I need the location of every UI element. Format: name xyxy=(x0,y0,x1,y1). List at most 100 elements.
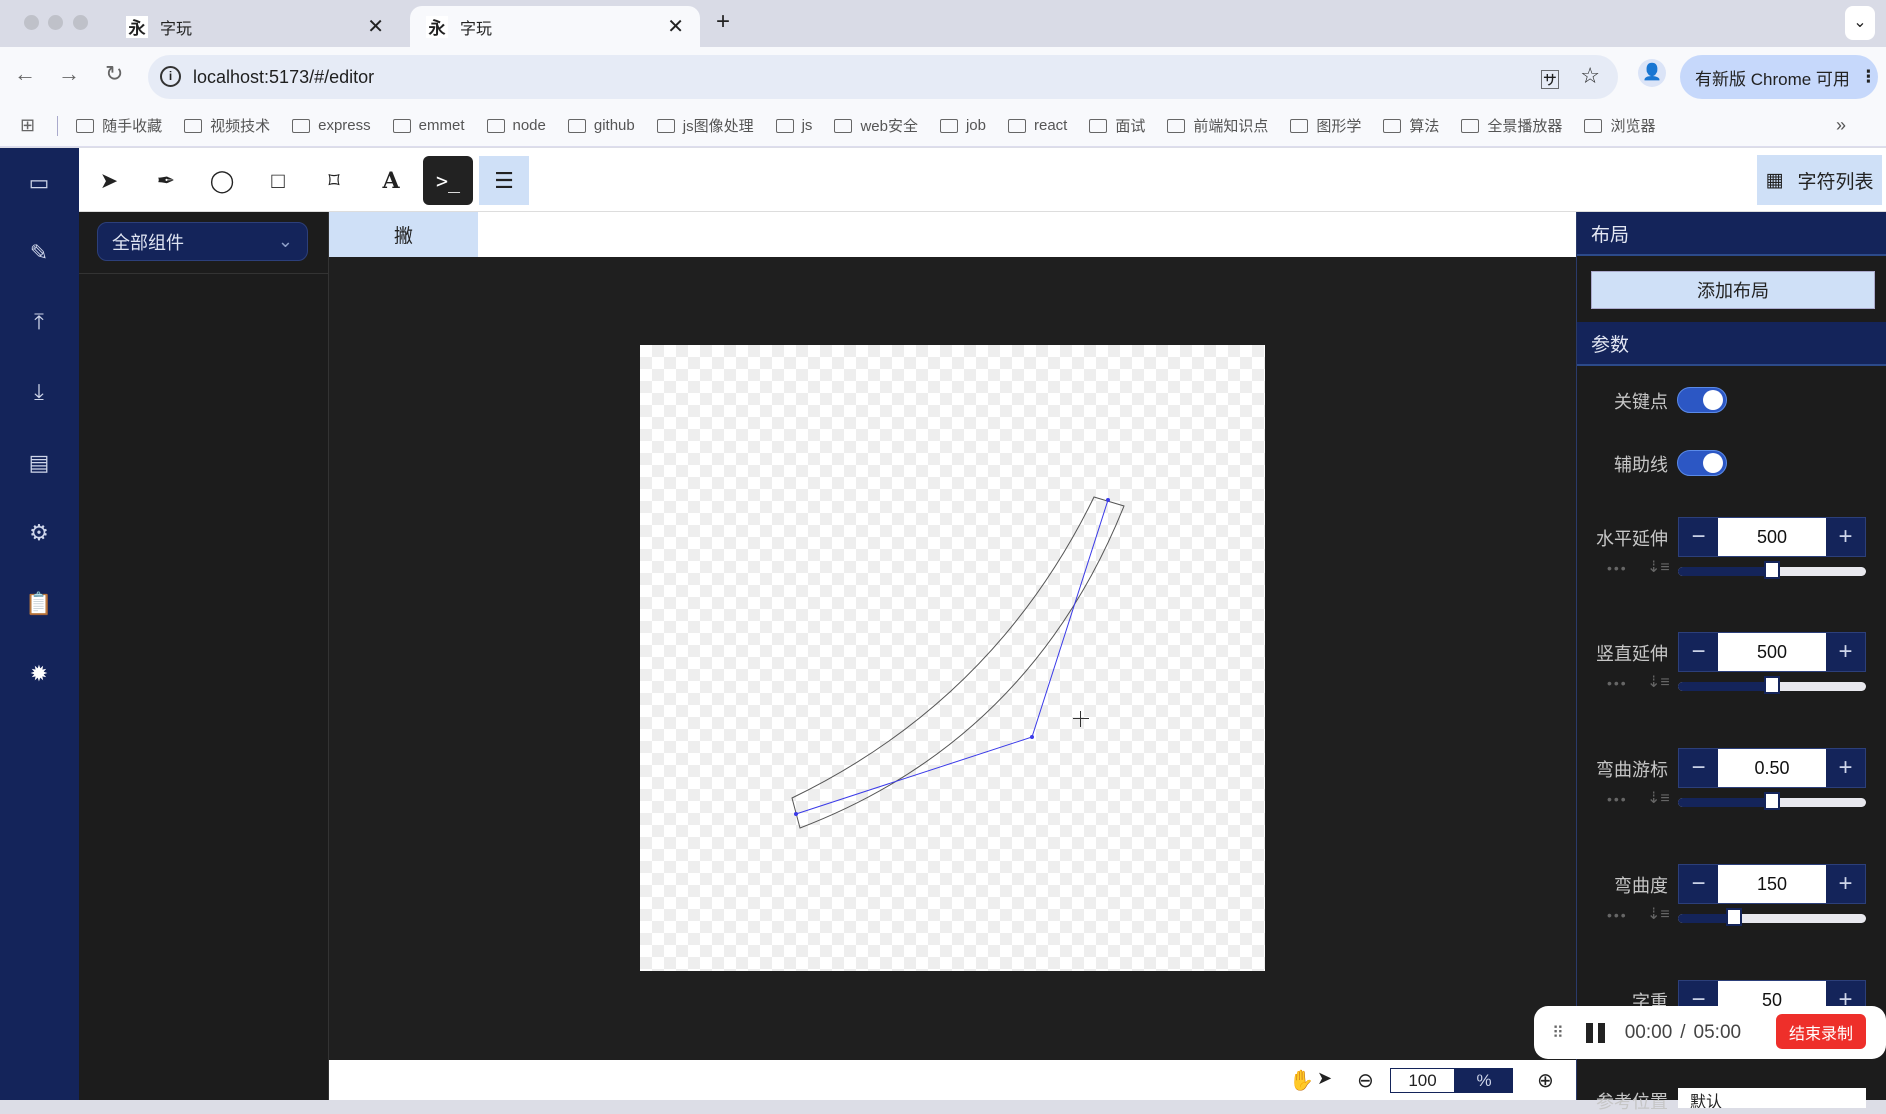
param-value-input[interactable]: 0.50 xyxy=(1718,749,1826,787)
translate-icon[interactable]: 🈂 xyxy=(1540,64,1560,93)
slider-thumb[interactable] xyxy=(1726,908,1742,926)
rectangle-tool-icon[interactable]: □ xyxy=(253,156,303,205)
key-points-toggle[interactable] xyxy=(1677,387,1727,413)
guides-toggle[interactable] xyxy=(1677,450,1727,476)
end-recording-button[interactable]: 结束录制 xyxy=(1776,1014,1866,1049)
pointer-icon[interactable]: ➤ xyxy=(1317,1068,1332,1089)
param-slider[interactable] xyxy=(1678,567,1866,576)
slider-thumb[interactable] xyxy=(1764,792,1780,810)
plus-icon[interactable]: + xyxy=(1826,865,1865,903)
site-info-icon[interactable]: i xyxy=(160,66,181,87)
window-minimize-button[interactable] xyxy=(48,15,63,30)
bookmark-folder[interactable]: job xyxy=(940,115,986,136)
reference-position-select[interactable]: 默认 xyxy=(1678,1088,1866,1108)
reload-icon[interactable]: ↻ xyxy=(105,61,123,87)
settings-icon[interactable]: ⚙ xyxy=(22,516,56,550)
bookmark-folder[interactable]: 浏览器 xyxy=(1584,115,1655,136)
new-tab-button[interactable]: + xyxy=(716,8,730,36)
select-tool-icon[interactable]: ➤ xyxy=(84,156,134,205)
document-icon[interactable]: ▤ xyxy=(22,446,56,480)
param-slider[interactable] xyxy=(1678,798,1866,807)
pen-tool-icon[interactable]: ✒ xyxy=(141,156,191,205)
param-value-input[interactable]: 150 xyxy=(1718,865,1826,903)
bookmark-folder[interactable]: 图形学 xyxy=(1290,115,1361,136)
bookmark-folder[interactable]: node xyxy=(487,115,546,136)
slider-thumb[interactable] xyxy=(1764,561,1780,579)
script-tool-icon[interactable]: >_ xyxy=(423,156,473,205)
bookmark-folder[interactable]: react xyxy=(1008,115,1067,136)
minus-icon[interactable]: − xyxy=(1679,865,1718,903)
glyph-tab[interactable]: 撇 xyxy=(329,212,478,257)
plus-icon[interactable]: + xyxy=(1826,749,1865,787)
clipboard-icon[interactable]: 📋 xyxy=(22,587,56,621)
key-point[interactable] xyxy=(1030,735,1034,739)
close-icon[interactable]: ✕ xyxy=(367,14,384,39)
plus-icon[interactable]: + xyxy=(1826,633,1865,671)
more-dots-icon[interactable]: ••• xyxy=(1607,791,1628,807)
zoom-out-icon[interactable]: ⊖ xyxy=(1357,1068,1374,1093)
glyph-canvas[interactable] xyxy=(640,345,1265,971)
minus-icon[interactable]: − xyxy=(1679,633,1718,671)
gear-icon[interactable]: ✹ xyxy=(22,657,56,691)
plus-icon[interactable]: + xyxy=(1826,518,1865,556)
text-tool-icon[interactable]: A xyxy=(366,156,416,205)
edit-icon[interactable]: ✎ xyxy=(22,236,56,270)
minus-icon[interactable]: − xyxy=(1679,749,1718,787)
forward-icon[interactable]: → xyxy=(58,61,80,87)
component-filter-select[interactable]: 全部组件 ⌄ xyxy=(97,222,308,261)
upload-icon[interactable]: ⤒ xyxy=(22,305,56,339)
browser-tab-active[interactable]: 永 字玩 ✕ xyxy=(410,6,700,47)
param-slider[interactable] xyxy=(1678,914,1866,923)
more-dots-icon[interactable]: ••• xyxy=(1607,560,1628,576)
bookmark-folder[interactable]: 算法 xyxy=(1383,115,1439,136)
key-point[interactable] xyxy=(1106,498,1110,502)
sort-down-icon[interactable]: ⇣≡ xyxy=(1647,904,1670,924)
zoom-input[interactable]: 100 xyxy=(1390,1068,1455,1093)
bookmark-folder[interactable]: web安全 xyxy=(834,115,918,136)
back-icon[interactable]: ← xyxy=(14,61,36,87)
bookmark-folder[interactable]: 面试 xyxy=(1089,115,1145,136)
bookmark-folder[interactable]: emmet xyxy=(393,115,465,136)
minus-icon[interactable]: − xyxy=(1679,518,1718,556)
close-icon[interactable]: ✕ xyxy=(667,14,684,39)
bookmark-folder[interactable]: 全景播放器 xyxy=(1461,115,1562,136)
chrome-update-button[interactable]: 有新版 Chrome 可用⋮ xyxy=(1680,55,1878,99)
slider-thumb[interactable] xyxy=(1764,676,1780,694)
param-slider[interactable] xyxy=(1678,682,1866,691)
sort-down-icon[interactable]: ⇣≡ xyxy=(1647,672,1670,692)
bookmark-folder[interactable]: express xyxy=(292,115,371,136)
sort-down-icon[interactable]: ⇣≡ xyxy=(1647,788,1670,808)
bookmark-folder[interactable]: 视频技术 xyxy=(184,115,270,136)
browser-tab[interactable]: 永 字玩 ✕ xyxy=(110,6,400,47)
window-zoom-button[interactable] xyxy=(73,15,88,30)
bookmark-folder[interactable]: js图像处理 xyxy=(657,115,754,136)
char-list-button[interactable]: ▦ 字符列表 xyxy=(1757,155,1882,205)
param-value-input[interactable]: 500 xyxy=(1718,518,1826,556)
polygon-tool-icon[interactable]: ⌑ xyxy=(309,156,359,205)
ellipse-tool-icon[interactable]: ◯ xyxy=(197,156,247,205)
bookmark-folder[interactable]: js xyxy=(776,115,813,136)
tab-search-chevron-icon[interactable]: ⌄ xyxy=(1845,6,1875,40)
star-icon[interactable]: ☆ xyxy=(1580,63,1600,89)
drag-handle-icon[interactable]: ⠿ xyxy=(1552,1023,1564,1043)
bookmark-folder[interactable]: github xyxy=(568,115,635,136)
add-layout-button[interactable]: 添加布局 xyxy=(1591,271,1875,309)
sort-down-icon[interactable]: ⇣≡ xyxy=(1647,557,1670,577)
hand-icon[interactable]: ✋ xyxy=(1289,1068,1314,1093)
params-sliders-icon[interactable]: ☰ xyxy=(479,156,529,205)
param-value-input[interactable]: 500 xyxy=(1718,633,1826,671)
window-close-button[interactable] xyxy=(24,15,39,30)
url-input[interactable]: i localhost:5173/#/editor 🈂 ☆ xyxy=(148,55,1618,99)
key-point[interactable] xyxy=(794,812,798,816)
bookmark-folder[interactable]: 前端知识点 xyxy=(1167,115,1268,136)
layers-icon[interactable]: ▭ xyxy=(22,166,56,200)
more-dots-icon[interactable]: ••• xyxy=(1607,907,1628,923)
more-bookmarks-icon[interactable]: » xyxy=(1836,115,1846,136)
bookmark-folder[interactable]: 随手收藏 xyxy=(76,115,162,136)
more-dots-icon[interactable]: ••• xyxy=(1607,675,1628,691)
zoom-in-icon[interactable]: ⊕ xyxy=(1537,1068,1554,1093)
profile-icon[interactable]: 👤 xyxy=(1638,59,1666,87)
apps-icon[interactable]: ⊞ xyxy=(20,115,35,136)
pause-icon[interactable] xyxy=(1586,1023,1605,1043)
download-icon[interactable]: ⤓ xyxy=(22,375,56,409)
